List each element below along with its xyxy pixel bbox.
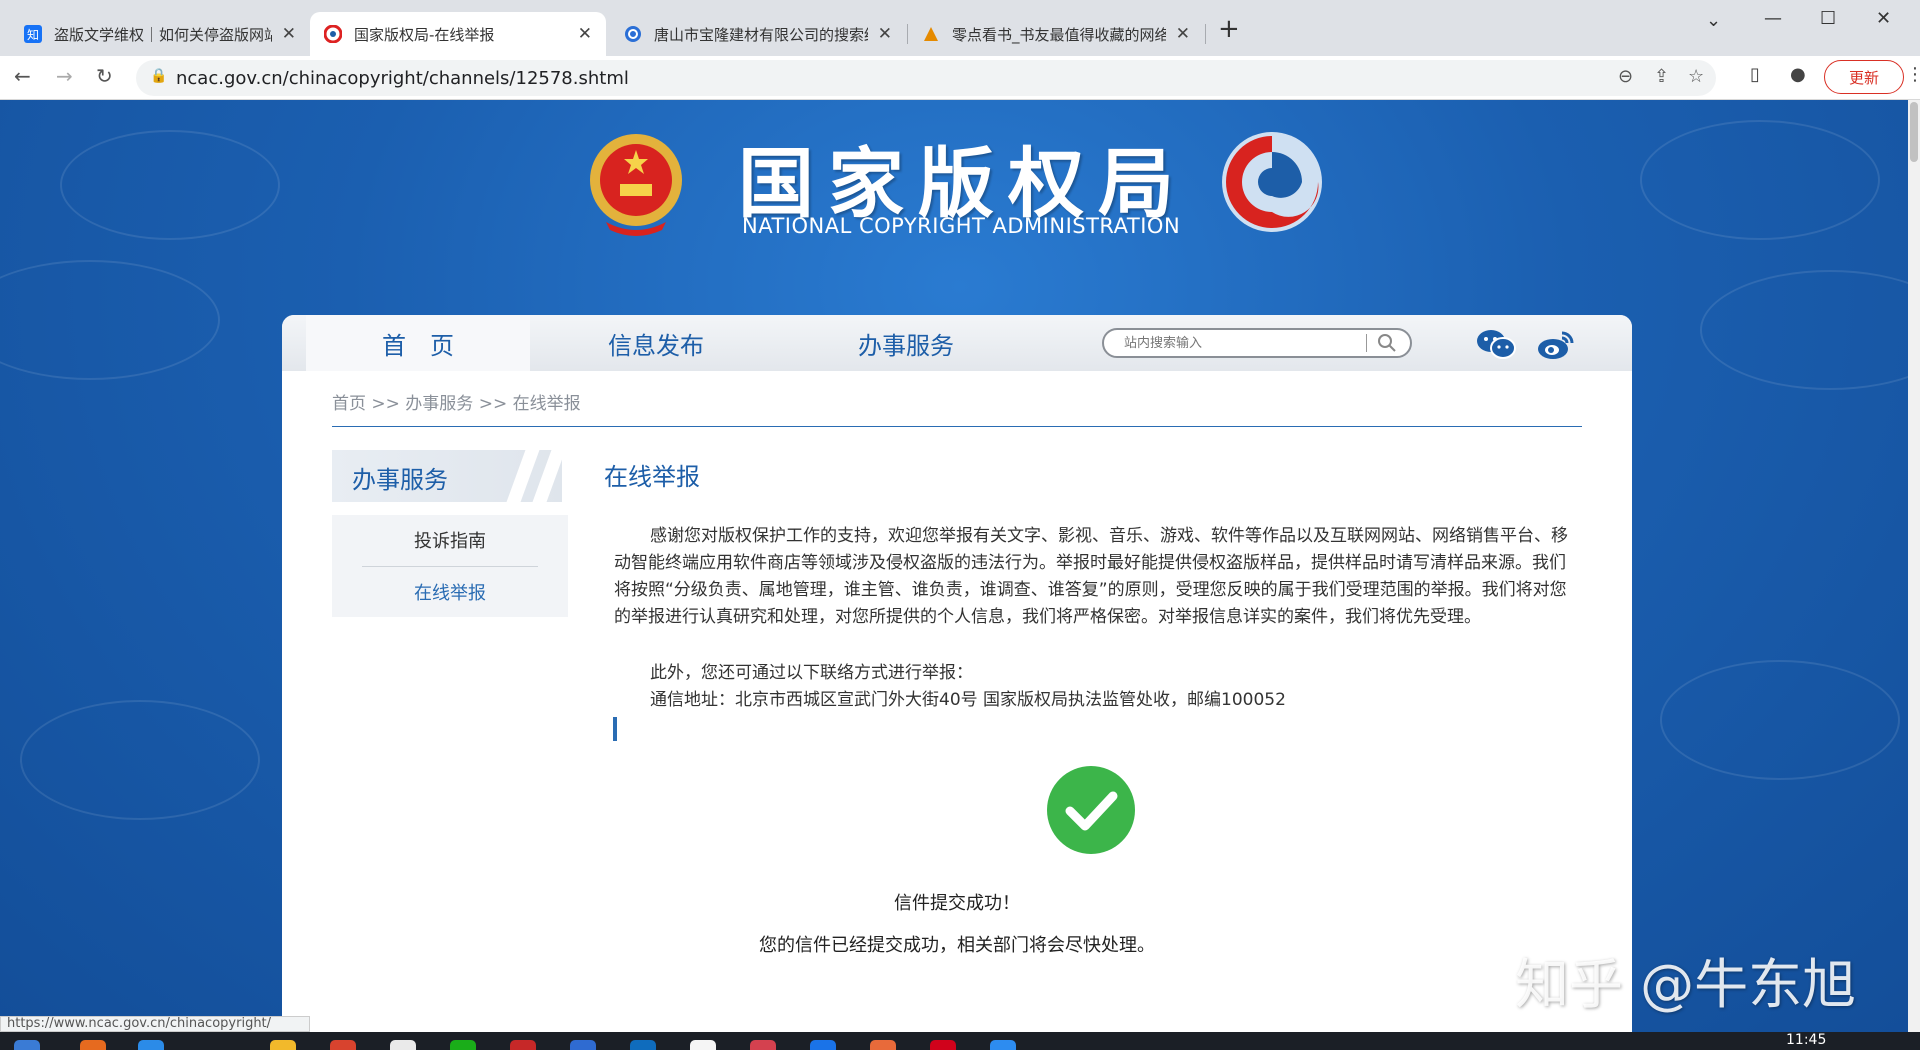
folder-app-icon[interactable] xyxy=(270,1040,296,1050)
close-tab-icon[interactable]: ✕ xyxy=(282,24,296,44)
sidebar-item-online-report[interactable]: 在线举报 xyxy=(332,567,568,617)
browser-toolbar: ← → ↻ 🔒 ncac.gov.cn/chinacopyright/chann… xyxy=(0,56,1920,100)
cloud-pattern xyxy=(1700,270,1920,390)
site-search xyxy=(1102,328,1412,358)
cloud-pattern xyxy=(1660,660,1900,780)
sidebar-menu: 投诉指南 在线举报 xyxy=(332,515,568,617)
mail-app-icon[interactable] xyxy=(630,1040,656,1050)
blue-app-icon[interactable] xyxy=(990,1040,1016,1050)
tab-title: 唐山市宝隆建材有限公司的搜索结果 xyxy=(654,25,868,44)
intro-paragraph: 感谢您对版权保护工作的支持，欢迎您举报有关文字、影视、音乐、游戏、软件等作品以及… xyxy=(614,526,1568,627)
firefox-app-icon[interactable] xyxy=(870,1040,896,1050)
search-input[interactable] xyxy=(1124,334,1364,352)
os-taskbar: 11:45 xyxy=(0,1032,1920,1050)
close-tab-icon[interactable]: ✕ xyxy=(1176,24,1190,44)
url-text[interactable]: ncac.gov.cn/chinacopyright/channels/1257… xyxy=(176,68,629,89)
ncac-logo-icon xyxy=(1222,132,1322,232)
zhihu-watermark: 知乎 @牛东旭 xyxy=(1515,953,1857,1016)
file-app-icon[interactable] xyxy=(690,1040,716,1050)
tab-title: 盗版文学维权｜如何关停盗版网站 xyxy=(54,25,272,44)
heading-stripe xyxy=(532,450,562,502)
success-message: 您的信件已经提交成功，相关部门将会尽快处理。 xyxy=(759,935,1155,956)
nav-info[interactable]: 信息发布 xyxy=(544,315,768,371)
nav-services[interactable]: 办事服务 xyxy=(794,315,1018,371)
lock-icon: 🔒 xyxy=(150,68,168,84)
status-bar-url: https://www.ncac.gov.cn/chinacopyright/ xyxy=(0,1016,310,1032)
profile-avatar-icon[interactable]: ● xyxy=(1790,64,1806,85)
success-title: 信件提交成功！ xyxy=(894,893,1020,914)
nav-home[interactable]: 首 页 xyxy=(306,315,530,371)
tab-separator xyxy=(1205,24,1206,44)
weibo-icon[interactable] xyxy=(1536,327,1576,361)
tab-title: 零点看书_书友最值得收藏的网络小说 xyxy=(952,25,1166,44)
ncac-favicon-icon xyxy=(324,25,342,43)
tab-ncac[interactable]: 国家版权局-在线举报 ✕ xyxy=(310,12,606,56)
media-app-icon[interactable] xyxy=(750,1040,776,1050)
cloud-pattern xyxy=(1640,120,1880,240)
menu-kebab-icon[interactable]: ⋮ xyxy=(1906,64,1920,85)
search-engine-favicon-icon xyxy=(624,25,642,43)
contact-intro: 此外，您还可通过以下联络方式进行举报： xyxy=(650,663,973,683)
share-icon[interactable]: ⇪ xyxy=(1654,66,1669,87)
site-subtitle: NATIONAL COPYRIGHT ADMINISTRATION xyxy=(742,214,1181,238)
scrollbar-thumb[interactable] xyxy=(1910,102,1918,162)
breadcrumb[interactable]: 首页 >> 办事服务 >> 在线举报 xyxy=(332,389,581,414)
back-icon[interactable]: ← xyxy=(14,64,31,88)
main-nav: 首 页 信息发布 办事服务 xyxy=(282,315,1632,371)
sidebar-heading-label: 办事服务 xyxy=(352,466,448,494)
tab-zhihu[interactable]: 知 盗版文学维权｜如何关停盗版网站 ✕ xyxy=(10,12,310,56)
tab-novel[interactable]: 零点看书_书友最值得收藏的网络小说 ✕ xyxy=(908,12,1204,56)
search-app-icon[interactable] xyxy=(138,1040,164,1050)
bookmark-star-icon[interactable]: ☆ xyxy=(1688,66,1704,87)
address-bar[interactable]: 🔒 ncac.gov.cn/chinacopyright/channels/12… xyxy=(136,60,1716,96)
reload-icon[interactable]: ↻ xyxy=(96,64,113,88)
wechat-icon[interactable] xyxy=(1476,327,1516,361)
taskbar-clock[interactable]: 11:45 xyxy=(1786,1032,1826,1048)
mailing-address: 通信地址：北京市西城区宣武门外大街40号 国家版权局执法监管处收，邮编10005… xyxy=(650,690,1286,710)
success-check-icon xyxy=(1047,766,1135,854)
page-title: 在线举报 xyxy=(604,463,700,491)
side-panel-icon[interactable]: ▯ xyxy=(1750,64,1760,85)
search-icon[interactable] xyxy=(1376,332,1398,354)
edge-app-icon[interactable] xyxy=(810,1040,836,1050)
notes-app-icon[interactable] xyxy=(390,1040,416,1050)
page-scrollbar[interactable] xyxy=(1908,100,1920,1032)
cloud-pattern xyxy=(20,700,260,820)
maximize-icon[interactable]: ☐ xyxy=(1820,8,1836,29)
cloud-pattern xyxy=(0,260,220,380)
national-emblem-icon xyxy=(590,134,682,236)
browser-app-icon[interactable] xyxy=(80,1040,106,1050)
web-page: 国家版权局 NATIONAL COPYRIGHT ADMINISTRATION … xyxy=(0,100,1920,1032)
update-button[interactable]: 更新 xyxy=(1824,60,1904,94)
red-app-icon[interactable] xyxy=(930,1040,956,1050)
browser-tabbar: 知 盗版文学维权｜如何关停盗版网站 ✕ 国家版权局-在线举报 ✕ 唐山市宝隆建材… xyxy=(0,0,1920,56)
zoom-icon[interactable]: ⊖ xyxy=(1618,66,1633,87)
cloud-pattern xyxy=(60,130,280,240)
wechat-app-icon[interactable] xyxy=(450,1040,476,1050)
breadcrumb-divider xyxy=(332,426,1582,427)
tab-title: 国家版权局-在线举报 xyxy=(354,25,495,44)
new-tab-icon[interactable]: + xyxy=(1218,14,1240,44)
tab-search[interactable]: 唐山市宝隆建材有限公司的搜索结果 ✕ xyxy=(610,12,906,56)
start-icon[interactable] xyxy=(14,1040,40,1050)
tab-search-chevron-icon[interactable]: ⌄ xyxy=(1706,10,1721,31)
minimize-icon[interactable]: — xyxy=(1764,8,1782,29)
text-cursor-mark xyxy=(613,717,617,741)
close-tab-icon[interactable]: ✕ xyxy=(878,24,892,44)
zhihu-favicon-icon: 知 xyxy=(24,25,42,43)
chrome-app-icon[interactable] xyxy=(330,1040,356,1050)
search-divider xyxy=(1366,334,1367,352)
sidebar-item-complaint-guide[interactable]: 投诉指南 xyxy=(332,515,568,565)
wps-app-icon[interactable] xyxy=(510,1040,536,1050)
forward-icon[interactable]: → xyxy=(56,64,73,88)
sidebar-heading: 办事服务 xyxy=(332,450,562,502)
novel-favicon-icon xyxy=(922,25,940,43)
window-close-icon[interactable]: ✕ xyxy=(1876,8,1891,29)
close-tab-icon[interactable]: ✕ xyxy=(578,24,592,44)
docs-app-icon[interactable] xyxy=(570,1040,596,1050)
content-panel: 首 页 信息发布 办事服务 站内搜索输入 首页 >> 办事服务 >> 在线举报 … xyxy=(282,315,1632,1032)
